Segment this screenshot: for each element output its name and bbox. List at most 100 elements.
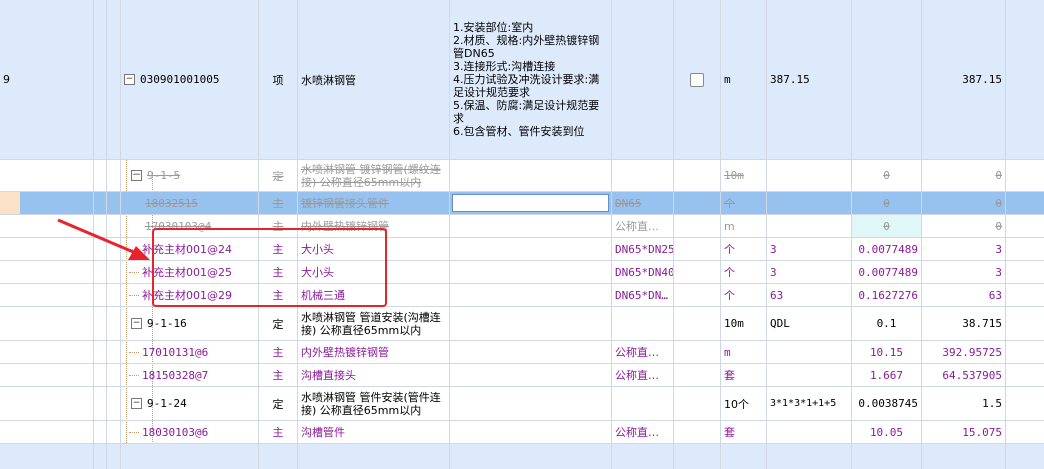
unit-cell[interactable]: m [721, 215, 767, 237]
table-row[interactable]: 补充主材001@25 主 大小头 DN65*DN40 个 3 0.0077489… [0, 261, 1044, 284]
desc-cell[interactable] [450, 307, 612, 340]
table-row[interactable]: 18150328@7 主 沟槽直接头 公称直… 套 1.667 64.53790… [0, 364, 1044, 387]
spec-cell[interactable]: DN65*DN25 [612, 238, 674, 260]
expr-cell[interactable] [767, 364, 852, 386]
name-cell[interactable]: 内外壁热镀锌钢管 [298, 341, 450, 363]
expr-cell[interactable]: 387.15 [767, 0, 852, 159]
qty-cell[interactable]: 1.667 [852, 364, 922, 386]
unit-cell[interactable]: 套 [721, 421, 767, 443]
qty-cell[interactable]: 0 [852, 160, 922, 191]
table-row[interactable] [0, 444, 1044, 469]
check-cell[interactable] [674, 0, 721, 159]
collapse-icon[interactable]: − [131, 170, 142, 181]
code-cell[interactable]: 18150328@7 [121, 364, 259, 386]
code-cell[interactable]: 补充主材001@29 [121, 284, 259, 306]
expr-cell[interactable] [767, 444, 852, 469]
unit-cell[interactable]: 10m [721, 307, 767, 340]
qty-cell[interactable] [852, 444, 922, 469]
expr-cell[interactable]: 3 [767, 261, 852, 283]
name-cell[interactable]: 内外壁热镀锌钢管 [298, 215, 450, 237]
expr-cell[interactable]: 3 [767, 238, 852, 260]
name-cell[interactable]: 沟槽管件 [298, 421, 450, 443]
qty-cell[interactable]: 0.0077489 [852, 261, 922, 283]
code-cell[interactable]: 补充主材001@24 [121, 238, 259, 260]
spec-cell[interactable] [612, 307, 674, 340]
code-cell[interactable]: 17010131@6 [121, 341, 259, 363]
spec-cell[interactable]: DN65*DN40 [612, 261, 674, 283]
unit-cell[interactable]: 个 [721, 284, 767, 306]
name-cell[interactable]: 机械三通 [298, 284, 450, 306]
spec-cell[interactable]: 公称直… [612, 364, 674, 386]
unit-cell[interactable]: 个 [721, 261, 767, 283]
expr-cell[interactable]: 63 [767, 284, 852, 306]
unit-cell[interactable]: 10个 [721, 387, 767, 420]
qty-cell[interactable]: 0 [852, 192, 922, 214]
desc-cell[interactable] [450, 364, 612, 386]
qty-cell[interactable]: 0.0077489 [852, 238, 922, 260]
spec-cell[interactable] [612, 387, 674, 420]
code-cell[interactable]: − 9-1-24 [121, 387, 259, 420]
spec-cell[interactable]: DN65 [612, 192, 674, 214]
row-checkbox[interactable] [690, 72, 704, 87]
qty-cell[interactable]: 10.05 [852, 421, 922, 443]
desc-cell[interactable] [450, 192, 612, 214]
collapse-icon[interactable]: − [124, 74, 135, 85]
name-cell[interactable] [298, 444, 450, 469]
name-cell[interactable]: 镀锌钢管接头管件 [298, 192, 450, 214]
desc-cell[interactable] [450, 341, 612, 363]
qty-cell[interactable]: 10.15 [852, 341, 922, 363]
desc-cell[interactable] [450, 387, 612, 420]
expr-cell[interactable] [767, 421, 852, 443]
code-cell[interactable]: − 9-1-5 [121, 160, 259, 191]
expr-cell[interactable]: QDL [767, 307, 852, 340]
name-cell[interactable]: 水喷淋钢管 管道安装(沟槽连接) 公称直径65mm以内 [298, 307, 450, 340]
desc-cell[interactable] [450, 238, 612, 260]
expr-cell[interactable] [767, 192, 852, 214]
desc-cell[interactable] [450, 215, 612, 237]
unit-cell[interactable]: 个 [721, 192, 767, 214]
table-row[interactable]: 17010131@6 主 内外壁热镀锌钢管 公称直… m 10.15 392.9… [0, 341, 1044, 364]
collapse-icon[interactable]: − [131, 398, 142, 409]
desc-cell[interactable] [450, 284, 612, 306]
table-row-selected[interactable]: 18032515 主 镀锌钢管接头管件 DN65 个 0 0 [0, 192, 1044, 215]
unit-cell[interactable]: 10m [721, 160, 767, 191]
desc-cell[interactable] [450, 421, 612, 443]
desc-cell[interactable] [450, 160, 612, 191]
collapse-icon[interactable]: − [131, 318, 142, 329]
unit-cell[interactable] [721, 444, 767, 469]
desc-edit-input[interactable] [452, 194, 609, 212]
name-cell[interactable]: 水喷淋钢管 镀锌钢管(螺纹连接) 公称直径65mm以内 [298, 160, 450, 191]
table-row[interactable]: 17030103@4 主 内外壁热镀锌钢管 公称直… m 0 0 [0, 215, 1044, 238]
spec-cell[interactable] [612, 160, 674, 191]
spec-cell[interactable] [612, 0, 674, 159]
table-row[interactable]: − 9-1-24 定 水喷淋钢管 管件安装(管件连接) 公称直径65mm以内 1… [0, 387, 1044, 421]
code-cell[interactable]: 17030103@4 [121, 215, 259, 237]
unit-cell[interactable]: 套 [721, 364, 767, 386]
table-row[interactable]: 18030103@6 主 沟槽管件 公称直… 套 10.05 15.075 [0, 421, 1044, 444]
table-row[interactable]: 补充主材001@24 主 大小头 DN65*DN25 个 3 0.0077489… [0, 238, 1044, 261]
spec-cell[interactable]: 公称直… [612, 215, 674, 237]
table-row[interactable]: 9 − 030901001005 项 水喷淋钢管 1.安装部位:室内 2.材质、… [0, 0, 1044, 160]
code-cell[interactable]: 18032515 [121, 192, 259, 214]
code-cell[interactable]: 补充主材001@25 [121, 261, 259, 283]
name-cell[interactable]: 水喷淋钢管 [298, 0, 450, 159]
name-cell[interactable]: 水喷淋钢管 管件安装(管件连接) 公称直径65mm以内 [298, 387, 450, 420]
qty-cell[interactable]: 0.0038745 [852, 387, 922, 420]
code-cell[interactable]: − 030901001005 [121, 0, 259, 159]
expr-cell[interactable] [767, 341, 852, 363]
expr-cell[interactable] [767, 160, 852, 191]
qty-cell[interactable] [852, 0, 922, 159]
code-cell[interactable] [121, 444, 259, 469]
spec-cell[interactable]: 公称直… [612, 421, 674, 443]
name-cell[interactable]: 沟槽直接头 [298, 364, 450, 386]
table-row[interactable]: 补充主材001@29 主 机械三通 DN65*DN… 个 63 0.162727… [0, 284, 1044, 307]
desc-cell[interactable] [450, 261, 612, 283]
unit-cell[interactable]: 个 [721, 238, 767, 260]
name-cell[interactable]: 大小头 [298, 238, 450, 260]
unit-cell[interactable]: m [721, 341, 767, 363]
qty-cell[interactable]: 0.1 [852, 307, 922, 340]
table-row[interactable]: − 9-1-16 定 水喷淋钢管 管道安装(沟槽连接) 公称直径65mm以内 1… [0, 307, 1044, 341]
desc-cell[interactable] [450, 444, 612, 469]
name-cell[interactable]: 大小头 [298, 261, 450, 283]
code-cell[interactable]: − 9-1-16 [121, 307, 259, 340]
